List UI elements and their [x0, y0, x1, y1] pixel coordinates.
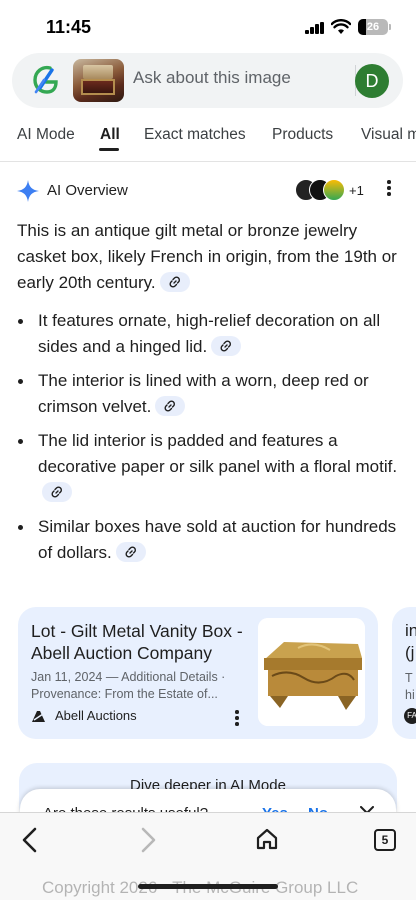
search-input[interactable]: Ask about this image	[133, 68, 291, 88]
tab-all[interactable]: All	[100, 126, 120, 144]
tab-exact-matches[interactable]: Exact matches	[144, 126, 246, 144]
home-indicator[interactable]	[138, 884, 278, 889]
list-item: The interior is lined with a worn, deep …	[17, 368, 401, 420]
google-lens-logo-icon[interactable]	[26, 62, 62, 98]
citation-link-icon[interactable]	[42, 481, 72, 502]
source-card-snippet: Provenance: From the Estate of...	[31, 687, 218, 701]
source-card-partial[interactable]: in (j T hi FA	[392, 607, 416, 739]
citation-link-icon[interactable]	[115, 541, 146, 562]
search-bar[interactable]: Ask about this image D	[12, 53, 403, 108]
ai-overview-sources[interactable]	[295, 179, 347, 203]
list-item: Similar boxes have sold at auction for h…	[17, 514, 401, 566]
card-more-options-icon[interactable]	[235, 710, 239, 728]
sparkle-icon	[17, 180, 39, 202]
tab-ai-mode[interactable]: AI Mode	[17, 126, 75, 144]
search-tabs: AI Mode All Exact matches Products Visua…	[0, 108, 416, 162]
ai-overview-bullets: It features ornate, high-relief decorati…	[17, 308, 401, 566]
battery-level: 26	[366, 21, 380, 33]
citation-link-icon[interactable]	[155, 395, 186, 416]
status-bar: 11:45 26	[0, 0, 416, 52]
ai-overview-title: AI Overview	[47, 182, 128, 199]
tab-visual-matches[interactable]: Visual m	[361, 126, 416, 144]
citation-link-icon[interactable]	[211, 335, 242, 356]
ai-overview-body: This is an antique gilt metal or bronze …	[17, 218, 401, 574]
account-avatar[interactable]: D	[355, 64, 389, 98]
status-time: 11:45	[46, 17, 92, 37]
list-item: The lid interior is padded and features …	[17, 428, 401, 506]
more-sources-count[interactable]: +1	[349, 183, 364, 198]
tab-products[interactable]: Products	[272, 126, 333, 144]
active-tab-indicator	[99, 148, 119, 151]
more-options-icon[interactable]	[387, 180, 391, 198]
cellular-signal-icon	[305, 22, 325, 34]
ai-overview-header: AI Overview +1	[17, 178, 401, 204]
list-item: It features ornate, high-relief decorati…	[17, 308, 401, 360]
source-card-site-name: Abell Auctions	[55, 708, 137, 723]
home-icon[interactable]	[255, 827, 279, 851]
gilt-casket-image	[258, 618, 365, 726]
source-card-image[interactable]	[258, 618, 365, 726]
query-image-thumbnail[interactable]	[73, 59, 124, 102]
tab-switcher-button[interactable]: 5	[374, 829, 396, 851]
abell-auctions-favicon-icon	[32, 711, 45, 722]
back-arrow-icon[interactable]	[20, 827, 40, 853]
citation-link-icon[interactable]	[159, 271, 190, 292]
source-favicon-icon: FA	[404, 708, 416, 724]
source-favicon-icon	[323, 179, 345, 201]
source-card-date: Jan 11, 2024 — Additional Details ·	[31, 670, 226, 684]
source-card-title[interactable]: Lot - Gilt Metal Vanity Box - Abell Auct…	[31, 620, 251, 664]
battery-icon: 26	[358, 19, 388, 35]
ai-overview-intro: This is an antique gilt metal or bronze …	[17, 221, 397, 292]
browser-toolbar: 5	[0, 812, 416, 868]
forward-arrow-icon[interactable]	[138, 827, 158, 853]
wifi-icon	[331, 19, 351, 34]
source-card[interactable]: Lot - Gilt Metal Vanity Box - Abell Auct…	[18, 607, 378, 739]
